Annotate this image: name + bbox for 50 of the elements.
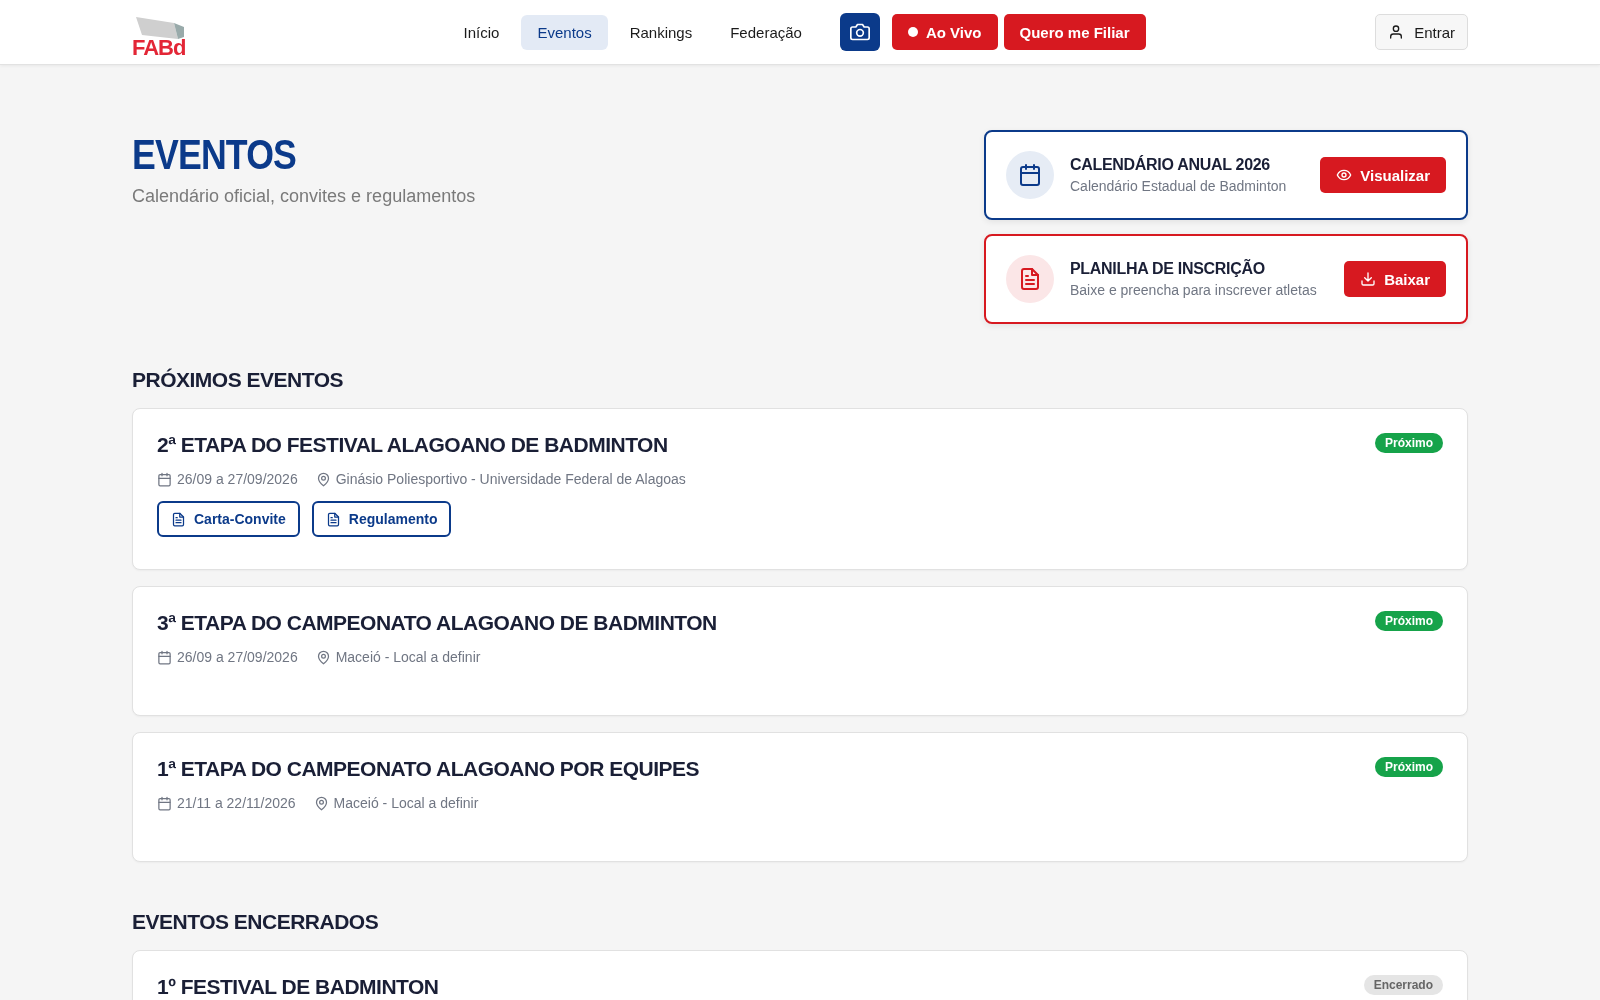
nav-link[interactable]: Federação [714,14,818,50]
section-title: EVENTOS ENCERRADOS [132,910,380,934]
resource-subtitle: Calendário Estadual de Badminton [1070,178,1288,194]
user-icon [1388,24,1405,40]
location-pin-icon [313,795,329,811]
resource-title: CALENDÁRIO ANUAL 2026 [1070,156,1271,174]
join-button[interactable]: Quero me Filiar [1003,14,1146,50]
event-date: 21/11 a 22/11/2026 [177,795,296,811]
calendar-icon [1018,163,1042,187]
status-badge: Próximo [1375,757,1443,777]
document-button[interactable]: Regulamento [311,501,452,537]
nav-link[interactable]: Início [447,14,516,50]
eye-icon [1336,167,1353,183]
event-title: 1º FESTIVAL DE BADMINTON [157,975,439,999]
camera-button[interactable] [839,13,880,51]
live-button[interactable]: Ao Vivo [891,14,998,50]
document-icon [325,511,341,527]
page-title: EVENTOS [132,130,297,180]
resource-button[interactable]: Visualizar [1320,157,1446,193]
status-badge: Próximo [1375,433,1443,453]
event-location: Maceió - Local a definir [333,795,479,811]
document-button[interactable]: Carta-Convite [157,501,300,537]
event-date: 26/09 a 27/09/2026 [177,649,298,665]
location-pin-icon [315,649,331,665]
event-location: Ginásio Poliesportivo - Universidade Federal de Alagoas [335,471,686,487]
resource-title: PLANILHA DE INSCRIÇÃO [1070,260,1266,278]
status-badge: Próximo [1375,611,1443,631]
event-title: 1ª ETAPA DO CAMPEONATO ALAGOANO POR EQUIPES [157,757,700,781]
page-subtitle: Calendário oficial, convites e regulamentos [132,186,476,208]
login-button[interactable]: Entrar [1375,14,1468,50]
nav-link[interactable]: Eventos [521,14,608,50]
document-icon [171,511,186,527]
download-icon [1360,271,1377,287]
status-badge: Encerrado [1363,975,1443,995]
section-title: PRÓXIMOS EVENTOS [132,368,344,392]
event-title: 3ª ETAPA DO CAMPEONATO ALAGOANO DE BADMINTON [157,611,717,635]
event-location: Maceió - Local a definir [335,649,481,665]
calendar-icon [157,649,172,665]
event-date: 26/09 a 27/09/2026 [177,471,298,487]
calendar-icon [157,471,172,487]
camera-icon [849,22,870,42]
resource-button[interactable]: Baixar [1344,261,1446,297]
resource-subtitle: Baixe e preencha para inscrever atletas [1070,282,1318,298]
document-icon [1018,267,1042,291]
logo[interactable]: FABd [132,5,218,59]
nav-link[interactable]: Rankings [613,14,709,50]
location-pin-icon [315,471,331,487]
live-dot-icon [907,27,918,37]
event-title: 2ª ETAPA DO FESTIVAL ALAGOANO DE BADMINTON [157,433,669,457]
calendar-icon [157,795,172,811]
